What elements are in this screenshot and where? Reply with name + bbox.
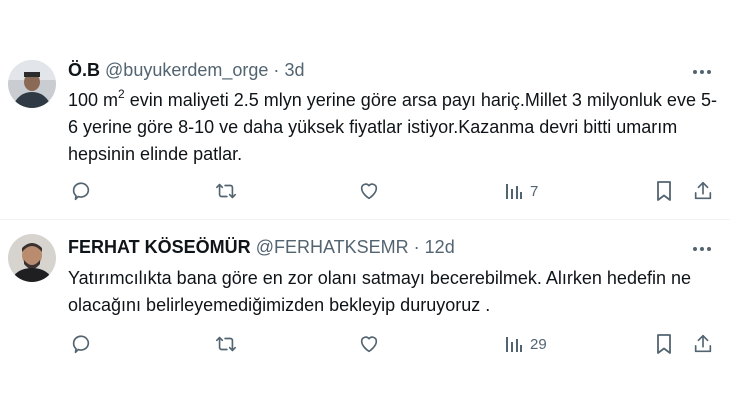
share-icon	[692, 333, 714, 355]
action-bar: 7	[68, 179, 718, 203]
author-handle[interactable]: @buyukerdem_orge	[105, 60, 268, 80]
share-icon	[692, 180, 714, 202]
views-button[interactable]: 7	[504, 179, 538, 203]
bookmark-button[interactable]	[654, 332, 674, 356]
views-chart-icon	[504, 181, 524, 201]
tweet-text-part: evin maliyeti 2.5 mlyn yerine göre arsa …	[68, 90, 717, 164]
views-button[interactable]: 29	[504, 332, 547, 356]
tweet-text-superscript: 2	[118, 87, 125, 101]
heart-icon	[358, 180, 380, 202]
reply-button[interactable]	[70, 179, 92, 203]
reply-icon	[70, 180, 92, 202]
retweet-button[interactable]	[214, 332, 238, 356]
author-name[interactable]: Ö.B	[68, 60, 100, 80]
share-button[interactable]	[692, 332, 714, 356]
avatar[interactable]	[8, 60, 56, 108]
author-handle[interactable]: @FERHATKSEMR	[256, 237, 409, 257]
avatar[interactable]	[8, 234, 56, 282]
retweet-icon	[214, 333, 238, 355]
views-count: 29	[530, 335, 547, 353]
separator-dot: ·	[273, 60, 280, 80]
views-count: 7	[530, 182, 539, 200]
tweet-text: 100 m2 evin maliyeti 2.5 mlyn yerine gör…	[68, 87, 718, 168]
like-button[interactable]	[358, 332, 380, 356]
timestamp[interactable]: 12d	[425, 237, 455, 257]
tweet-feed: Ö.B @buyukerdem_orge · 3d 100 m2 evin ma…	[0, 0, 730, 420]
author-name[interactable]: FERHAT KÖSEÖMÜR	[68, 237, 251, 257]
more-button[interactable]	[688, 238, 716, 258]
more-dots-icon	[692, 62, 712, 80]
reply-button[interactable]	[70, 332, 92, 356]
views-chart-icon	[504, 334, 524, 354]
share-button[interactable]	[692, 179, 714, 203]
heart-icon	[358, 333, 380, 355]
reply-icon	[70, 333, 92, 355]
more-button[interactable]	[688, 61, 716, 81]
tweet[interactable]: FERHAT KÖSEÖMÜR @FERHATKSEMR · 12d Yatır…	[0, 220, 730, 420]
tweet-header: FERHAT KÖSEÖMÜR @FERHATKSEMR · 12d	[68, 236, 455, 258]
tweet-text: Yatırımcılıkta bana göre en zor olanı sa…	[68, 268, 691, 315]
like-button[interactable]	[358, 179, 380, 203]
retweet-icon	[214, 180, 238, 202]
tweet-text-part: 100 m	[68, 90, 119, 110]
timestamp[interactable]: 3d	[284, 60, 304, 80]
more-dots-icon	[692, 239, 712, 257]
tweet-header: Ö.B @buyukerdem_orge · 3d	[68, 59, 304, 81]
separator-dot: ·	[413, 237, 420, 257]
action-bar: 29	[68, 332, 718, 356]
bookmark-icon	[654, 333, 674, 355]
tweet[interactable]: Ö.B @buyukerdem_orge · 3d 100 m2 evin ma…	[0, 0, 730, 219]
bookmark-button[interactable]	[654, 179, 674, 203]
bookmark-icon	[654, 180, 674, 202]
retweet-button[interactable]	[214, 179, 238, 203]
